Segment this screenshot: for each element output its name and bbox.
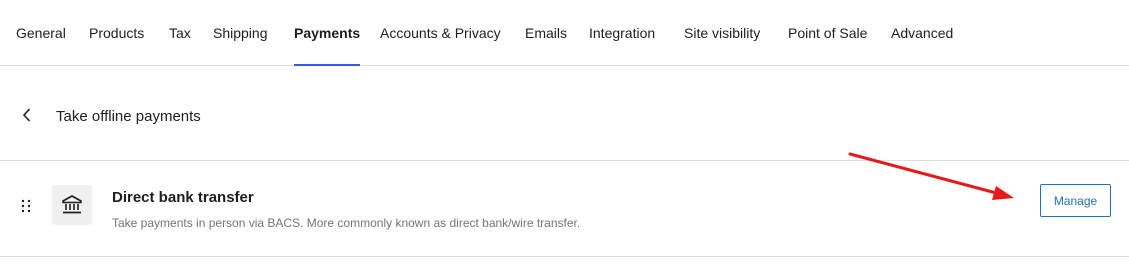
tab-label: Point of Sale xyxy=(788,25,868,41)
tab-label: Accounts & Privacy xyxy=(380,25,501,41)
settings-tabs: General Products Tax Shipping Payments A… xyxy=(0,0,1129,66)
tab-emails[interactable]: Emails xyxy=(525,0,567,66)
drag-handle-icon xyxy=(21,199,31,213)
tab-label: Products xyxy=(89,25,145,41)
drag-handle[interactable] xyxy=(20,198,32,214)
manage-button[interactable]: Manage xyxy=(1040,184,1111,217)
tab-tax[interactable]: Tax xyxy=(169,0,191,66)
tab-integration[interactable]: Integration xyxy=(589,0,655,66)
tab-label: Emails xyxy=(525,25,568,41)
tab-label: Payments xyxy=(294,25,361,41)
payment-method-row: Direct bank transfer Take payments in pe… xyxy=(0,161,1129,257)
tab-shipping[interactable]: Shipping xyxy=(213,0,268,66)
tab-label: Integration xyxy=(589,25,656,41)
method-icon-container xyxy=(52,185,92,225)
bank-icon xyxy=(62,195,82,214)
tab-label: Site visibility xyxy=(684,25,761,41)
tab-general[interactable]: General xyxy=(16,0,66,66)
method-description: Take payments in person via BACS. More c… xyxy=(112,216,581,230)
tab-site-visibility[interactable]: Site visibility xyxy=(684,0,760,66)
tab-label: Tax xyxy=(169,25,191,41)
tab-products[interactable]: Products xyxy=(89,0,144,66)
tab-label: Advanced xyxy=(891,25,954,41)
chevron-left-icon xyxy=(22,108,31,122)
tab-accounts-privacy[interactable]: Accounts & Privacy xyxy=(380,0,501,66)
back-button[interactable] xyxy=(16,104,38,126)
page-title: Take offline payments xyxy=(56,108,201,125)
tab-label: General xyxy=(16,25,66,41)
tab-label: Shipping xyxy=(213,25,268,41)
page-header: Take offline payments xyxy=(0,66,1129,161)
tab-payments[interactable]: Payments xyxy=(294,0,361,66)
tab-advanced[interactable]: Advanced xyxy=(891,0,953,66)
method-title: Direct bank transfer xyxy=(112,189,254,206)
tab-point-of-sale[interactable]: Point of Sale xyxy=(788,0,867,66)
